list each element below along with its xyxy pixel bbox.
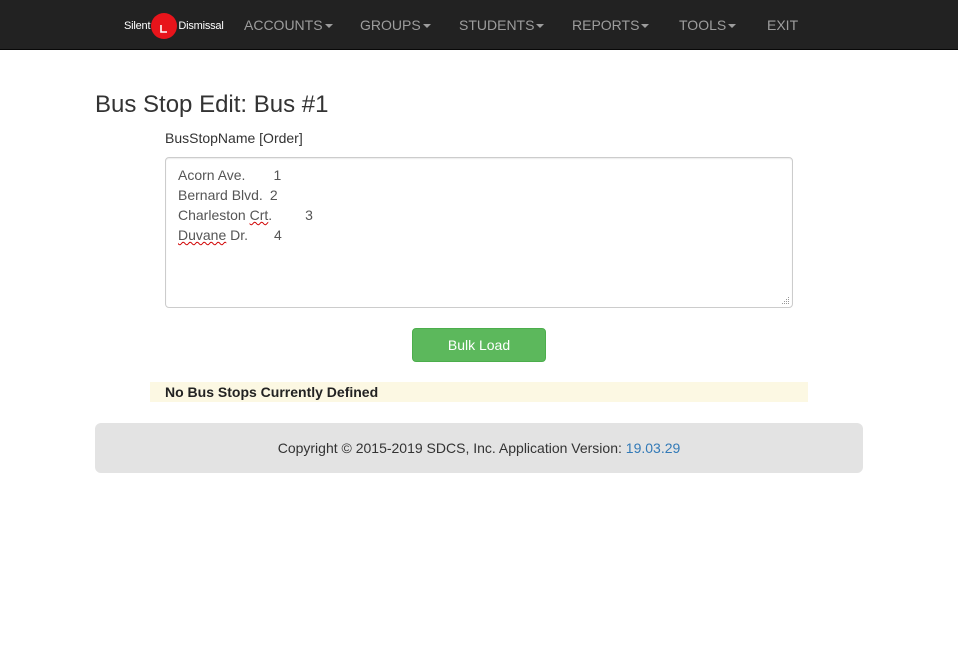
- caret-down-icon: [536, 24, 545, 29]
- spellcheck-flag: Duvane: [178, 227, 227, 243]
- nav-groups-label: GROUPS: [360, 17, 421, 33]
- nav-students[interactable]: STUDENTS: [459, 0, 545, 50]
- stop-name: Charleston Crt.: [178, 207, 273, 223]
- stop-order: 4: [274, 227, 282, 243]
- nav-tools[interactable]: TOOLS: [679, 0, 737, 50]
- page-title: Bus Stop Edit: Bus #1: [95, 91, 329, 118]
- spellcheck-flag: Crt: [249, 207, 269, 223]
- stop-name: Acorn Ave.: [178, 167, 246, 183]
- nav-groups[interactable]: GROUPS: [360, 0, 431, 50]
- top-navbar: Silent Dismissal ACCOUNTS GROUPS STUDENT…: [0, 0, 958, 50]
- no-bus-stops-notice: No Bus Stops Currently Defined: [150, 382, 808, 402]
- nav-accounts[interactable]: ACCOUNTS: [244, 0, 333, 50]
- nav-reports-label: REPORTS: [572, 17, 640, 33]
- brand-logo[interactable]: Silent Dismissal: [124, 12, 228, 40]
- app-version-link[interactable]: 19.03.29: [626, 440, 681, 456]
- footer-copyright: Copyright © 2015-2019 SDCS, Inc. Applica…: [277, 440, 622, 456]
- bus-stop-field-label: BusStopName [Order]: [165, 130, 303, 146]
- stop-name: Bernard Blvd.: [178, 187, 263, 203]
- stop-order: 2: [269, 187, 278, 203]
- stop-order: 3: [305, 207, 313, 223]
- textarea-line: Acorn Ave. 1: [178, 165, 780, 185]
- textarea-line: Charleston Crt. 3: [178, 205, 780, 225]
- resize-grip-icon[interactable]: [781, 296, 790, 305]
- caret-down-icon: [324, 24, 333, 29]
- brand-red-dot-icon: [151, 13, 178, 39]
- textarea-line: Bernard Blvd. 2: [178, 185, 780, 205]
- textarea-line: Duvane Dr. 4: [178, 225, 780, 245]
- nav-exit[interactable]: EXIT: [767, 0, 798, 50]
- stop-name: Duvane Dr.: [178, 227, 249, 243]
- caret-down-icon: [641, 24, 650, 29]
- nav-reports[interactable]: REPORTS: [572, 0, 650, 50]
- footer: Copyright © 2015-2019 SDCS, Inc. Applica…: [95, 423, 863, 473]
- brand-text-right: Dismissal: [178, 20, 224, 32]
- stop-order: 1: [273, 167, 282, 183]
- nav-students-label: STUDENTS: [459, 17, 535, 33]
- bulk-load-button[interactable]: Bulk Load: [412, 328, 546, 362]
- brand-text-left: Silent: [124, 20, 151, 32]
- bus-stops-textarea[interactable]: Acorn Ave. 1 Bernard Blvd. 2 Charleston Cr…: [165, 157, 793, 308]
- nav-exit-label: EXIT: [767, 17, 799, 33]
- nav-tools-label: TOOLS: [679, 17, 727, 33]
- nav-accounts-label: ACCOUNTS: [244, 17, 323, 33]
- caret-down-icon: [728, 24, 737, 29]
- caret-down-icon: [422, 24, 431, 29]
